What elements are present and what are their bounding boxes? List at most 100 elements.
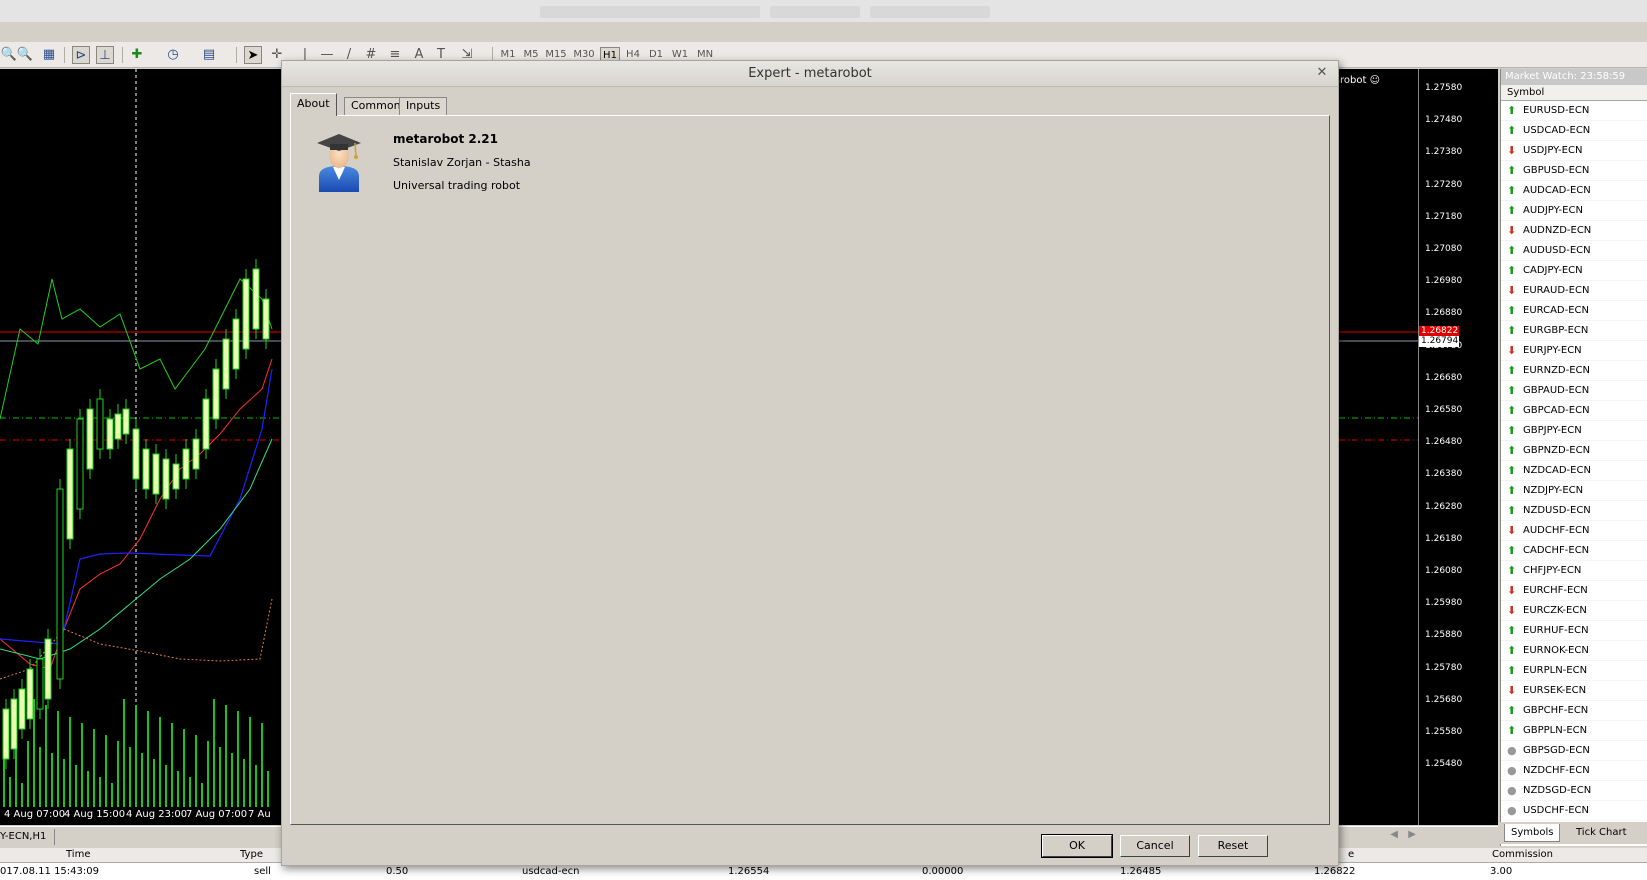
tab-common[interactable]: Common <box>344 97 408 115</box>
symbol-name: EURCZK-ECN <box>1523 605 1587 616</box>
time-tick-label: 7 Au <box>248 809 271 820</box>
candle-body <box>106 418 114 450</box>
header-price[interactable]: e <box>1348 849 1354 860</box>
candle-body <box>242 278 250 350</box>
symbol-row[interactable]: ⬆ EURNZD-ECN <box>1501 361 1647 381</box>
symbol-row[interactable]: ⬆ AUDUSD-ECN <box>1501 241 1647 261</box>
chart-tab[interactable]: Y-ECN,H1 <box>0 829 56 845</box>
symbol-row[interactable]: ⬆ GBPCHF-ECN <box>1501 701 1647 721</box>
symbol-list: ⬆ EURUSD-ECN ⬆ USDCAD-ECN ⬇ USDJPY-ECN ⬆ GBPUSD… <box>1501 101 1647 821</box>
symbol-name: NZDCAD-ECN <box>1523 465 1591 476</box>
expert-advisor-icon <box>317 134 361 192</box>
symbol-row[interactable]: ● USDCHF-ECN <box>1501 801 1647 821</box>
price-tick-label: 1.27480 <box>1425 115 1463 126</box>
header-commission[interactable]: Commission <box>1492 849 1553 860</box>
scroll-right-icon[interactable]: ▶ <box>1408 829 1416 840</box>
up-arrow-icon: ⬆ <box>1507 504 1517 517</box>
tab-about[interactable]: About <box>290 93 337 116</box>
down-arrow-icon: ⬇ <box>1507 584 1517 597</box>
symbol-name: EURCAD-ECN <box>1523 305 1590 316</box>
symbol-row[interactable]: ⬇ AUDNZD-ECN <box>1501 221 1647 241</box>
symbol-row[interactable]: ⬇ EURJPY-ECN <box>1501 341 1647 361</box>
symbol-row[interactable]: ⬆ EURUSD-ECN <box>1501 101 1647 121</box>
symbol-row[interactable]: ⬇ EURCZK-ECN <box>1501 601 1647 621</box>
symbol-row[interactable]: ⬆ GBPCAD-ECN <box>1501 401 1647 421</box>
symbol-row[interactable]: ⬆ CADJPY-ECN <box>1501 261 1647 281</box>
candle-body <box>152 453 160 495</box>
symbol-row[interactable]: ⬆ EURNOK-ECN <box>1501 641 1647 661</box>
cursor-icon[interactable]: ➤ <box>244 46 262 64</box>
tab-tick-chart[interactable]: Tick Chart <box>1570 824 1633 842</box>
symbol-row[interactable]: ⬆ AUDJPY-ECN <box>1501 201 1647 221</box>
symbol-name: USDCHF-ECN <box>1523 805 1590 816</box>
symbol-row[interactable]: ⬇ EURSEK-ECN <box>1501 681 1647 701</box>
up-arrow-icon: ⬆ <box>1507 324 1517 337</box>
symbol-name: CADJPY-ECN <box>1523 265 1583 276</box>
symbol-row[interactable]: ⬆ GBPUSD-ECN <box>1501 161 1647 181</box>
chart-shift-icon[interactable]: ⊳ <box>72 46 90 64</box>
symbol-row[interactable]: ● GBPSGD-ECN <box>1501 741 1647 761</box>
symbol-row[interactable]: ⬇ AUDCHF-ECN <box>1501 521 1647 541</box>
neutral-dot-icon: ● <box>1507 764 1517 777</box>
symbol-row[interactable]: ⬆ GBPJPY-ECN <box>1501 421 1647 441</box>
up-arrow-icon: ⬆ <box>1507 564 1517 577</box>
blurred-title <box>770 6 860 18</box>
down-arrow-icon: ⬇ <box>1507 284 1517 297</box>
symbol-row[interactable]: ⬇ EURCHF-ECN <box>1501 581 1647 601</box>
symbol-name: EURCHF-ECN <box>1523 585 1588 596</box>
symbol-row[interactable]: ⬆ EURHUF-ECN <box>1501 621 1647 641</box>
symbol-row[interactable]: ● NZDCHF-ECN <box>1501 761 1647 781</box>
candle-body <box>142 448 150 490</box>
symbol-row[interactable]: ⬇ EURAUD-ECN <box>1501 281 1647 301</box>
symbol-name: GBPSGD-ECN <box>1523 745 1590 756</box>
symbol-row[interactable]: ⬆ NZDCAD-ECN <box>1501 461 1647 481</box>
symbol-row[interactable]: ⬆ AUDCAD-ECN <box>1501 181 1647 201</box>
candle-body <box>202 398 210 450</box>
periods-icon[interactable]: ◷ <box>164 46 182 64</box>
zoom-out-icon[interactable]: 🔍 <box>16 46 34 64</box>
window-title-bar <box>0 0 1647 22</box>
candle-body <box>132 428 140 480</box>
close-icon[interactable]: ✕ <box>1314 65 1330 81</box>
symbol-row[interactable]: ● NZDSGD-ECN <box>1501 781 1647 801</box>
reset-button[interactable]: Reset <box>1198 835 1268 857</box>
tab-inputs[interactable]: Inputs <box>399 97 448 115</box>
up-arrow-icon: ⬆ <box>1507 544 1517 557</box>
price-tick-label: 1.27180 <box>1425 211 1463 222</box>
ok-button[interactable]: OK <box>1041 834 1113 858</box>
symbol-name: AUDNZD-ECN <box>1523 225 1592 236</box>
symbol-row[interactable]: ⬆ USDCAD-ECN <box>1501 121 1647 141</box>
candle-body <box>212 368 220 420</box>
cancel-button[interactable]: Cancel <box>1120 835 1190 857</box>
candle-body <box>232 318 240 370</box>
up-arrow-icon: ⬆ <box>1507 364 1517 377</box>
up-arrow-icon: ⬆ <box>1507 484 1517 497</box>
symbol-row[interactable]: ⬆ NZDUSD-ECN <box>1501 501 1647 521</box>
down-arrow-icon: ⬇ <box>1507 604 1517 617</box>
symbol-row[interactable]: ⬆ NZDJPY-ECN <box>1501 481 1647 501</box>
tile-windows-icon[interactable]: ▦ <box>40 46 58 64</box>
indicators-icon[interactable]: ✚ <box>128 46 146 64</box>
symbol-row[interactable]: ⬆ GBPNZD-ECN <box>1501 441 1647 461</box>
symbol-row[interactable]: ⬆ EURGBP-ECN <box>1501 321 1647 341</box>
price-tick-label: 1.26080 <box>1425 566 1463 576</box>
tab-symbols[interactable]: Symbols <box>1504 824 1561 842</box>
symbol-row[interactable]: ⬆ EURPLN-ECN <box>1501 661 1647 681</box>
templates-icon[interactable]: ▤ <box>200 46 218 64</box>
symbol-row[interactable]: ⬇ USDJPY-ECN <box>1501 141 1647 161</box>
candle-body <box>44 638 52 700</box>
scroll-left-icon[interactable]: ◀ <box>1390 829 1398 840</box>
symbol-column-header[interactable]: Symbol <box>1501 85 1647 101</box>
symbol-row[interactable]: ⬆ CHFJPY-ECN <box>1501 561 1647 581</box>
symbol-row[interactable]: ⬆ CADCHF-ECN <box>1501 541 1647 561</box>
symbol-row[interactable]: ⬆ GBPAUD-ECN <box>1501 381 1647 401</box>
neutral-dot-icon: ● <box>1507 784 1517 797</box>
header-type[interactable]: Type <box>240 849 263 860</box>
symbol-row[interactable]: ⬆ GBPPLN-ECN <box>1501 721 1647 741</box>
price-tick-label: 1.26180 <box>1425 533 1463 544</box>
up-arrow-icon: ⬆ <box>1507 264 1517 277</box>
symbol-row[interactable]: ⬆ EURCAD-ECN <box>1501 301 1647 321</box>
autoscroll-icon[interactable]: ⊥ <box>96 46 114 64</box>
candle-body <box>10 698 18 750</box>
header-time[interactable]: Time <box>66 849 90 860</box>
